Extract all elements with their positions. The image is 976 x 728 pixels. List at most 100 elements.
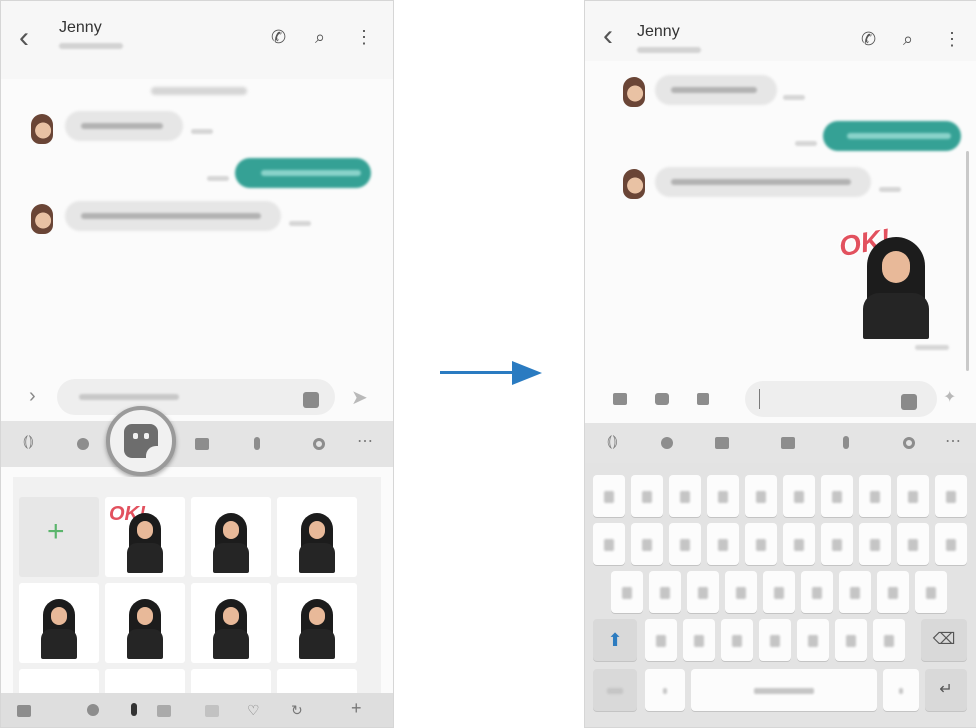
incoming-message-bubble[interactable]	[65, 201, 281, 231]
letter-key[interactable]	[877, 571, 909, 613]
letter-key[interactable]	[759, 619, 791, 661]
gif-icon[interactable]	[195, 438, 209, 450]
sticker-tile[interactable]: OK!	[105, 497, 185, 577]
sticker-category-icon[interactable]: ♡	[247, 702, 260, 719]
phone-icon[interactable]: ✆	[271, 27, 286, 48]
letter-key[interactable]	[725, 571, 757, 613]
settings-icon[interactable]	[313, 438, 325, 450]
emoji-icon[interactable]	[661, 437, 673, 449]
clipboard-icon[interactable]: ⦅⦆	[23, 433, 34, 451]
more-horiz-icon[interactable]: ⋯	[357, 431, 373, 451]
backspace-key[interactable]: ⌫	[921, 619, 967, 661]
letter-key[interactable]	[649, 571, 681, 613]
letter-key[interactable]	[687, 571, 719, 613]
more-horiz-icon[interactable]: ⋯	[945, 431, 961, 451]
number-key[interactable]	[859, 475, 891, 517]
sticker-tile[interactable]	[191, 497, 271, 577]
number-key[interactable]	[631, 475, 663, 517]
outgoing-message-bubble[interactable]	[823, 121, 961, 151]
shift-key[interactable]: ⬆	[593, 619, 637, 661]
letter-key[interactable]	[783, 523, 815, 565]
letter-key[interactable]	[797, 619, 829, 661]
search-icon[interactable]: ⌕	[903, 29, 913, 50]
add-sticker-tile[interactable]: +	[19, 497, 99, 577]
incoming-message-bubble[interactable]	[655, 75, 777, 105]
recent-icon[interactable]	[17, 705, 31, 717]
back-icon[interactable]: ‹	[603, 21, 613, 51]
message-input[interactable]	[57, 379, 335, 415]
letter-key[interactable]	[859, 523, 891, 565]
sent-sticker[interactable]: OK!	[835, 215, 955, 345]
number-key[interactable]	[897, 475, 929, 517]
letter-key[interactable]	[611, 571, 643, 613]
letter-key[interactable]	[745, 523, 777, 565]
sticker-category-icon[interactable]	[205, 705, 219, 717]
search-icon[interactable]: ⌕	[315, 27, 325, 48]
symbols-key[interactable]	[593, 669, 637, 711]
letter-key[interactable]	[593, 523, 625, 565]
sticker-tile[interactable]	[191, 583, 271, 663]
letter-key[interactable]	[873, 619, 905, 661]
letter-key[interactable]	[915, 571, 947, 613]
send-icon[interactable]: ✦	[943, 387, 956, 407]
number-key[interactable]	[745, 475, 777, 517]
space-key[interactable]	[691, 669, 877, 711]
sticker-button-highlight[interactable]	[106, 406, 176, 476]
emoji-category-icon[interactable]	[87, 704, 99, 716]
sticker-icon[interactable]	[901, 394, 917, 410]
number-key[interactable]	[669, 475, 701, 517]
incoming-message-bubble[interactable]	[65, 111, 183, 141]
expand-chevron-icon[interactable]: ›	[29, 385, 36, 408]
letter-key[interactable]	[801, 571, 833, 613]
letter-key[interactable]	[763, 571, 795, 613]
letter-key[interactable]	[835, 619, 867, 661]
clipboard-icon[interactable]: ⦅⦆	[607, 433, 618, 451]
emoji-icon[interactable]	[77, 438, 89, 450]
camera-icon[interactable]	[655, 393, 669, 405]
sticker-icon[interactable]	[303, 392, 319, 408]
phone-icon[interactable]: ✆	[861, 29, 876, 50]
mic-icon[interactable]	[843, 436, 849, 449]
outgoing-message-bubble[interactable]	[235, 158, 371, 188]
letter-key[interactable]	[631, 523, 663, 565]
avatar-category-icon[interactable]	[131, 703, 137, 716]
send-icon[interactable]: ➤	[351, 385, 368, 410]
number-key[interactable]	[783, 475, 815, 517]
avatar-sticker	[127, 599, 163, 659]
number-key[interactable]	[821, 475, 853, 517]
more-vert-icon[interactable]: ⋮	[355, 27, 373, 48]
apps-icon[interactable]	[697, 393, 709, 405]
incoming-message-bubble[interactable]	[655, 167, 871, 197]
letter-key[interactable]	[821, 523, 853, 565]
sticker-tile[interactable]	[105, 583, 185, 663]
number-key[interactable]	[593, 475, 625, 517]
sticker-category-icon[interactable]	[157, 705, 171, 717]
letter-key[interactable]	[721, 619, 753, 661]
enter-key[interactable]: ↵	[925, 669, 967, 711]
sticker-category-icon[interactable]: ↻	[291, 702, 303, 719]
sticker-tile[interactable]	[277, 583, 357, 663]
sticker-icon[interactable]	[715, 437, 729, 449]
message-input[interactable]	[745, 381, 937, 417]
letter-key[interactable]	[707, 523, 739, 565]
back-icon[interactable]: ‹	[19, 23, 29, 53]
gallery-icon[interactable]	[613, 393, 627, 405]
more-vert-icon[interactable]: ⋮	[943, 29, 961, 50]
settings-icon[interactable]	[903, 437, 915, 449]
number-key[interactable]	[935, 475, 967, 517]
sticker-tile[interactable]	[277, 497, 357, 577]
letter-key[interactable]	[839, 571, 871, 613]
scrollbar[interactable]	[966, 151, 969, 371]
sticker-tile[interactable]	[19, 583, 99, 663]
letter-key[interactable]	[897, 523, 929, 565]
letter-key[interactable]	[935, 523, 967, 565]
period-key[interactable]	[883, 669, 919, 711]
letter-key[interactable]	[683, 619, 715, 661]
letter-key[interactable]	[645, 619, 677, 661]
comma-key[interactable]	[645, 669, 685, 711]
letter-key[interactable]	[669, 523, 701, 565]
number-key[interactable]	[707, 475, 739, 517]
mic-icon[interactable]	[254, 437, 260, 450]
gif-icon[interactable]	[781, 437, 795, 449]
add-icon[interactable]: +	[351, 698, 362, 719]
